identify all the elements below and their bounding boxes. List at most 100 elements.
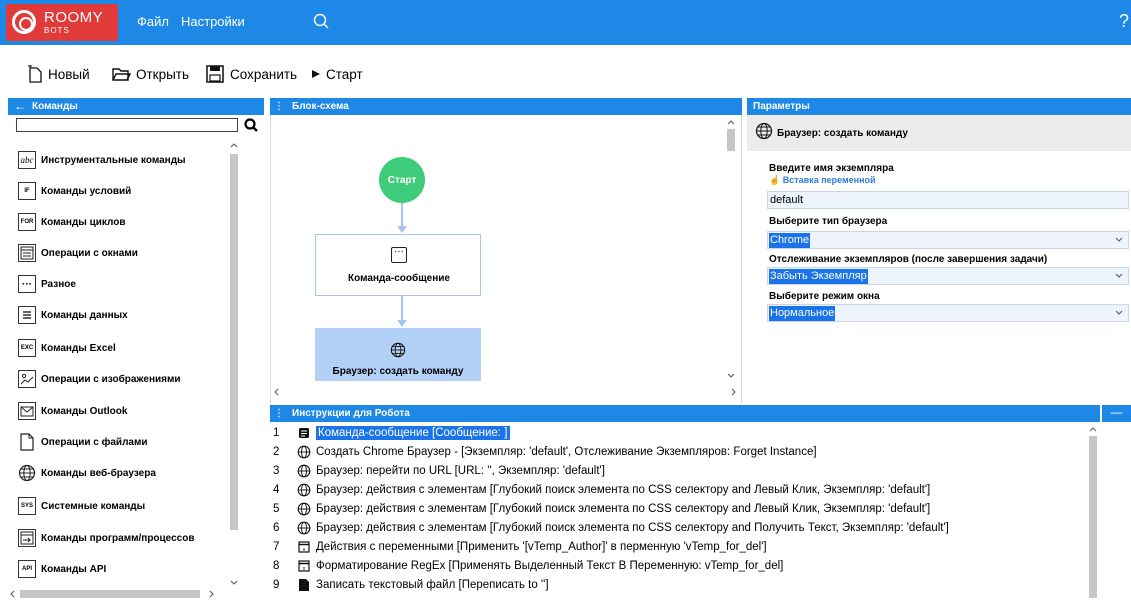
browser-node-label: Браузер: создать команду <box>332 366 464 377</box>
command-category-programs[interactable]: Команды программ/процессов <box>18 527 228 549</box>
command-category-browser[interactable]: Команды веб-браузера <box>18 462 228 484</box>
command-category-data[interactable]: Команды данных <box>18 304 228 326</box>
instruction-row[interactable]: 2 Создать Chrome Браузер - [Экземпляр: '… <box>270 442 1086 461</box>
command-category-images[interactable]: Операции с изображениями <box>18 368 228 390</box>
start-node[interactable]: Старт <box>379 157 425 203</box>
sys-icon: SYS <box>18 497 36 515</box>
command-category-label: Команды Excel <box>41 342 116 354</box>
instruction-row[interactable]: 1 Команда-сообщение [Сообщение: ] <box>270 423 1086 442</box>
chevron-down-icon <box>1115 310 1123 315</box>
commands-header[interactable]: ← Команды <box>8 98 264 115</box>
instruction-text: Записать текстовый файл [Переписать to '… <box>316 578 549 591</box>
instructions-header: ⋮ Инструкции для Робота <box>270 405 1100 422</box>
globe-icon <box>292 521 316 535</box>
scroll-down-icon[interactable] <box>228 578 240 588</box>
insert-variable-label: Вставка переменной <box>782 175 876 185</box>
insert-variable-link[interactable]: ☝ Вставка переменной <box>769 175 876 186</box>
window-icon <box>18 244 36 262</box>
command-category-api[interactable]: API Команды API <box>18 558 228 580</box>
command-category-excel[interactable]: EXC Команды Excel <box>18 337 228 359</box>
roomy-bots-logo[interactable]: ROOMY BOTS <box>6 4 118 41</box>
start-button[interactable]: Старт <box>311 63 363 85</box>
top-bar: ROOMY BOTS Файл Настройки ? <box>0 0 1131 45</box>
connector-line <box>401 296 403 321</box>
browser-type-select[interactable]: Chrome <box>767 231 1129 249</box>
scroll-left-icon[interactable] <box>272 385 282 399</box>
instruction-row[interactable]: 9 Записать текстовый файл [Переписать to… <box>270 575 1086 594</box>
instructions-vertical-scrollbar[interactable] <box>1086 422 1100 601</box>
menu-settings[interactable]: Настройки <box>181 14 245 29</box>
message-command-node[interactable]: ··· Команда-сообщение <box>315 234 481 296</box>
commands-panel: ← Команды abc Инструментальные команды I… <box>8 98 264 601</box>
scroll-thumb[interactable] <box>20 590 200 598</box>
scroll-up-icon[interactable] <box>724 117 738 127</box>
menu-file[interactable]: Файл <box>137 14 169 29</box>
scroll-right-icon[interactable] <box>728 385 738 399</box>
minimize-panel-button[interactable]: — <box>1102 405 1131 422</box>
instance-name-input[interactable] <box>767 191 1129 209</box>
instruction-text: Браузер: перейти по URL [URL: '', Экземп… <box>316 464 605 477</box>
open-button[interactable]: Открыть <box>111 63 189 85</box>
scroll-up-icon[interactable] <box>228 140 240 150</box>
file-icon <box>18 433 36 451</box>
window-mode-label: Выберите режим окна <box>769 291 880 302</box>
chevron-down-icon <box>1115 237 1123 242</box>
flowchart-canvas[interactable]: Старт ··· Команда-сообщение Браузер: соз… <box>270 115 742 403</box>
back-arrow-icon[interactable]: ← <box>14 98 26 115</box>
for-icon: FOR <box>18 213 36 231</box>
instruction-row[interactable]: 4 Браузер: действия с элементам [Глубоки… <box>270 480 1086 499</box>
instance-tracking-select[interactable]: Забыть Экземпляр <box>767 267 1129 285</box>
instruction-number: 5 <box>273 502 280 515</box>
command-category-label: Операции с окнами <box>41 247 138 259</box>
chevron-down-icon <box>1115 273 1123 278</box>
flowchart-horizontal-scrollbar[interactable] <box>270 385 742 399</box>
parameters-command-title: Браузер: создать команду <box>777 128 908 139</box>
new-file-icon <box>28 65 42 83</box>
command-category-outlook[interactable]: Команды Outlook <box>18 400 228 422</box>
instruction-row[interactable]: 3 Браузер: перейти по URL [URL: '', Экзе… <box>270 461 1086 480</box>
instruction-number: 1 <box>273 426 280 439</box>
flowchart-vertical-scrollbar[interactable] <box>724 115 738 385</box>
command-category-tools[interactable]: abc Инструментальные команды <box>18 149 228 171</box>
globe-icon <box>755 122 773 140</box>
command-category-system[interactable]: SYS Системные команды <box>18 495 228 517</box>
image-icon <box>18 370 36 388</box>
command-category-label: Операции с файлами <box>41 436 148 448</box>
scroll-thumb[interactable] <box>727 129 735 151</box>
if-icon: IF <box>18 182 36 200</box>
drag-grip-icon[interactable]: ⋮ <box>274 405 284 422</box>
command-category-loops[interactable]: FOR Команды циклов <box>18 211 228 233</box>
scroll-left-icon[interactable] <box>8 588 18 600</box>
instruction-row[interactable]: 8 x Форматирование RegEx [Применять Выде… <box>270 556 1086 575</box>
scroll-right-icon[interactable] <box>206 588 216 600</box>
command-category-label: Команды веб-браузера <box>41 467 156 479</box>
window-mode-select[interactable]: Нормальное <box>767 304 1129 322</box>
connector-line <box>401 203 403 227</box>
browser-create-node[interactable]: Браузер: создать команду <box>315 328 481 381</box>
command-category-files[interactable]: Операции с файлами <box>18 431 228 453</box>
scroll-thumb[interactable] <box>1089 436 1097 598</box>
help-icon[interactable]: ? <box>1119 11 1129 32</box>
file-icon <box>292 578 316 592</box>
scroll-down-icon[interactable] <box>724 371 738 381</box>
scroll-thumb[interactable] <box>230 154 238 530</box>
instruction-row[interactable]: 6 Браузер: действия с элементам [Глубоки… <box>270 518 1086 537</box>
search-icon[interactable] <box>310 10 332 32</box>
commands-search-input[interactable] <box>16 118 238 132</box>
open-label: Открыть <box>136 66 190 82</box>
command-category-conditions[interactable]: IF Команды условий <box>18 180 228 202</box>
message-icon <box>292 427 316 439</box>
scroll-up-icon[interactable] <box>1086 424 1100 434</box>
flowchart-header: ⋮ Блок-схема <box>270 98 742 115</box>
instruction-number: 2 <box>273 445 280 458</box>
commands-horizontal-scrollbar[interactable] <box>8 588 228 600</box>
instruction-row[interactable]: 7 x Действия с переменными [Применить '[… <box>270 537 1086 556</box>
instruction-row[interactable]: 5 Браузер: действия с элементам [Глубоки… <box>270 499 1086 518</box>
commands-search-icon[interactable] <box>243 116 259 134</box>
new-button[interactable]: Новый <box>27 63 90 85</box>
drag-grip-icon[interactable]: ⋮ <box>274 98 284 115</box>
commands-vertical-scrollbar[interactable] <box>228 140 240 588</box>
command-category-windows[interactable]: Операции с окнами <box>18 242 228 264</box>
save-button[interactable]: Сохранить <box>205 63 297 85</box>
command-category-misc[interactable]: ··· Разное <box>18 273 228 295</box>
